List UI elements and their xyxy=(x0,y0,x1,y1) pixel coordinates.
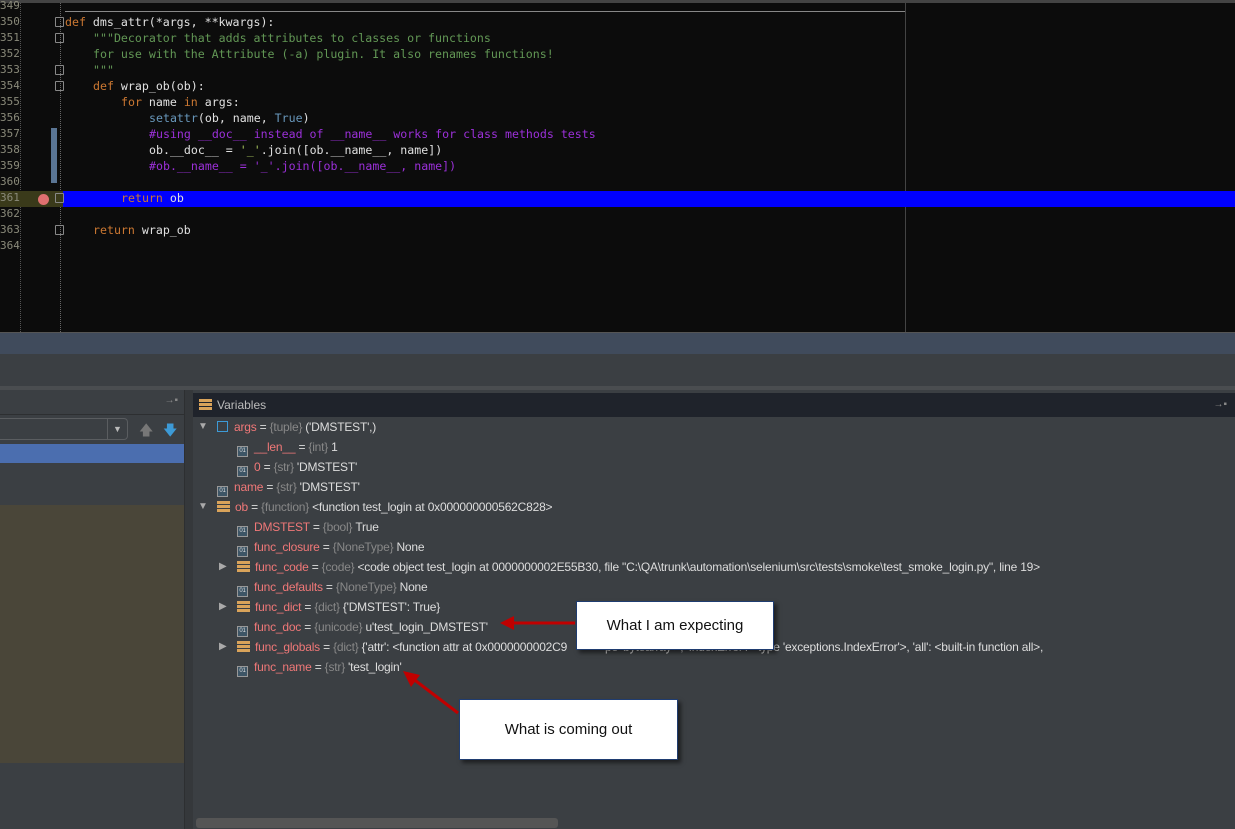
callout-coming-out: What is coming out xyxy=(459,699,678,760)
arrowhead-coming-out xyxy=(403,671,420,687)
arrow-coming-out xyxy=(411,676,459,715)
horizontal-scrollbar[interactable] xyxy=(196,818,558,828)
arrowhead-expecting xyxy=(500,616,514,630)
callout-expecting: What I am expecting xyxy=(576,601,774,650)
